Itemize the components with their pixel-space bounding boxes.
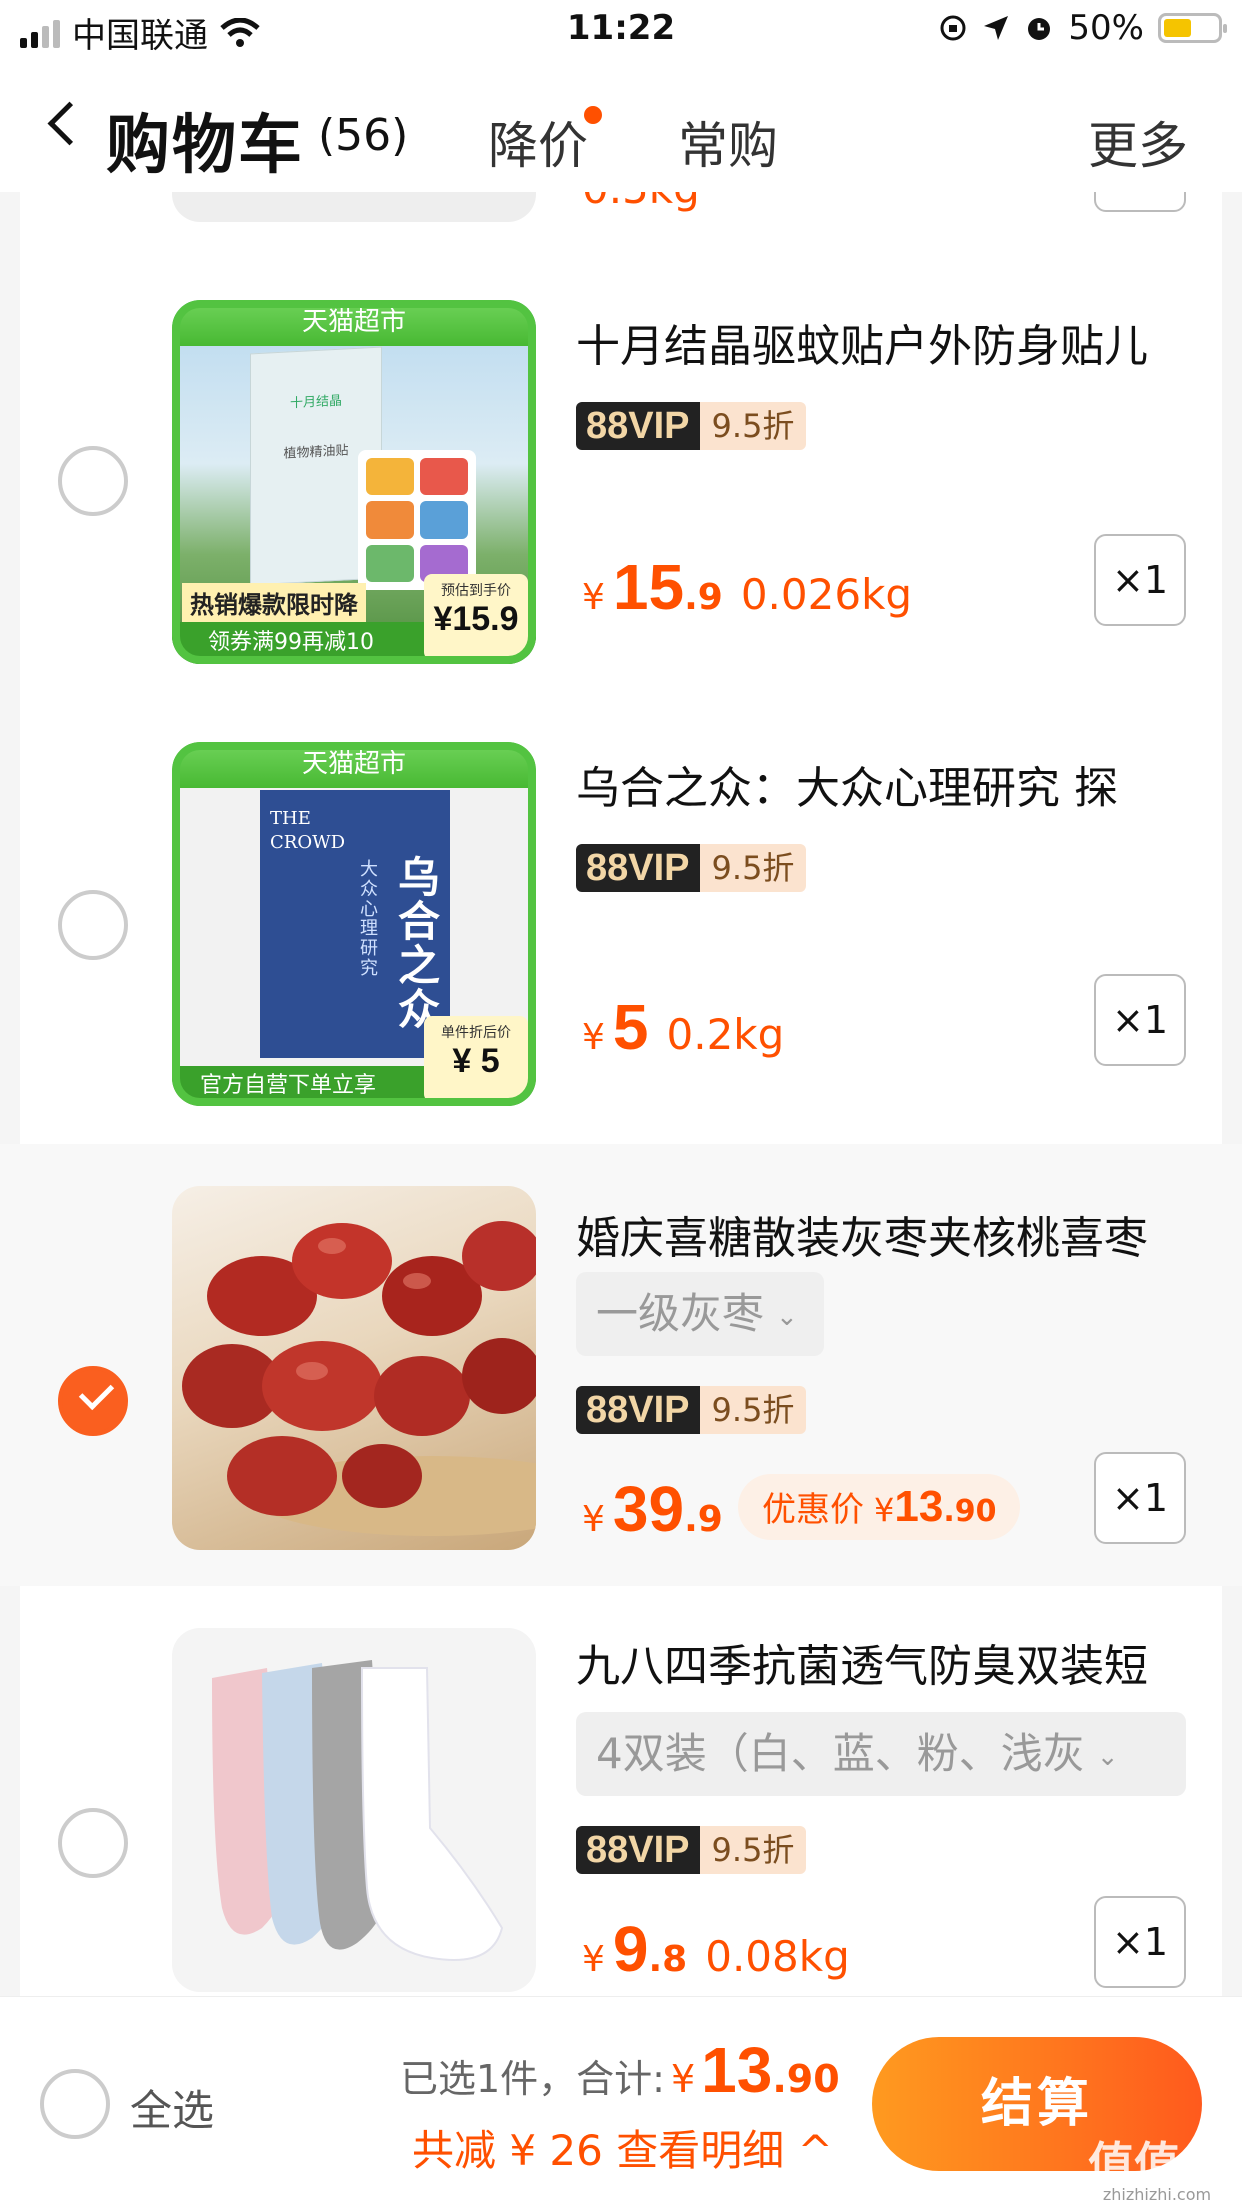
- cart-item: 九八四季抗菌透气防臭双装短 4双装（白、蓝、粉、浅灰 ⌄ 88VIP 9.5折 ¥9…: [20, 1586, 1222, 1996]
- location-icon: [984, 16, 1009, 40]
- page-title: 购物车: [106, 109, 304, 183]
- item-checkbox[interactable]: [58, 446, 128, 516]
- item-checkbox[interactable]: [58, 890, 128, 960]
- quantity-stepper[interactable]: ×1: [1094, 1896, 1186, 1988]
- vip-badge: 88VIP 9.5折: [576, 1386, 807, 1434]
- item-checkbox[interactable]: [58, 1808, 128, 1878]
- list-item-partial: 0.5kg: [20, 192, 1222, 228]
- cart-item: THE CROWD 乌合之众 大众心理研究 天猫超市 官方自营下单立享 单件折后…: [20, 668, 1222, 1144]
- order-total: 已选1件，合计: ¥13.90: [400, 2034, 840, 2106]
- product-price: ¥39.9: [582, 1473, 723, 1545]
- product-price: ¥9.8 0.08kg: [582, 1913, 850, 1985]
- socks-illustration: [212, 1660, 504, 1961]
- quantity-stepper[interactable]: [1094, 192, 1186, 212]
- quantity-stepper[interactable]: ×1: [1094, 534, 1186, 626]
- vip-badge: 88VIP 9.5折: [576, 844, 807, 892]
- quantity-stepper[interactable]: ×1: [1094, 1452, 1186, 1544]
- product-title[interactable]: 十月结晶驱蚊贴户外防身贴儿: [576, 310, 1196, 374]
- battery-icon: [1158, 13, 1227, 43]
- watermark-logo: 值值值 zhizhizhi.com: [1088, 2137, 1226, 2204]
- product-image[interactable]: [172, 1186, 536, 1550]
- product-weight: 0.5kg: [582, 192, 700, 213]
- product-image[interactable]: 十月结晶 植物精油贴 天猫超市 热销爆款限时降 领券满99再减10 预估到手价 …: [172, 300, 536, 664]
- chevron-down-icon: ⌄: [776, 1301, 798, 1332]
- back-arrow-icon[interactable]: [47, 101, 92, 146]
- orientation-lock-icon: [940, 15, 966, 41]
- sku-selector[interactable]: 一级灰枣 ⌄: [576, 1272, 824, 1356]
- product-title[interactable]: 乌合之众：大众心理研究 探: [576, 752, 1196, 816]
- cart-header: 购物车 (56) 降价 常购 更多: [0, 66, 1242, 192]
- item-checkbox-checked[interactable]: [58, 1366, 128, 1436]
- product-price: ¥5 0.2kg: [582, 991, 785, 1063]
- notification-dot: [584, 106, 602, 124]
- product-price: ¥15.9 0.026kg: [582, 551, 913, 623]
- chevron-down-icon: ⌄: [1096, 1741, 1119, 1772]
- product-image[interactable]: [172, 192, 536, 222]
- product-title[interactable]: 婚庆喜糖散装灰枣夹核桃喜枣: [576, 1202, 1196, 1266]
- red-dates-illustration: [182, 1221, 536, 1536]
- cart-count: (56): [318, 110, 409, 161]
- vip-badge: 88VIP 9.5折: [576, 1826, 807, 1874]
- select-all-label[interactable]: 全选: [130, 2077, 214, 2138]
- select-all-checkbox[interactable]: [40, 2069, 110, 2139]
- vip-badge: 88VIP 9.5折: [576, 402, 807, 450]
- product-image[interactable]: THE CROWD 乌合之众 大众心理研究 天猫超市 官方自营下单立享 单件折后…: [172, 742, 536, 1106]
- tab-frequent[interactable]: 常购: [678, 106, 778, 178]
- tab-price-drop[interactable]: 降价: [488, 106, 588, 178]
- promo-price-badge: 优惠价 ¥13.90: [738, 1474, 1021, 1540]
- product-title[interactable]: 九八四季抗菌透气防臭双装短: [576, 1630, 1196, 1694]
- product-image[interactable]: [172, 1628, 536, 1992]
- battery-percent: 50%: [1068, 8, 1144, 48]
- view-discount-details-link[interactable]: 共减 ¥ 26 查看明细 ^: [412, 2117, 833, 2178]
- cart-item-selected: 婚庆喜糖散装灰枣夹核桃喜枣 一级灰枣 ⌄ 88VIP 9.5折 ¥39.9 优惠价 ¥…: [0, 1144, 1242, 1586]
- more-button[interactable]: 更多: [1088, 106, 1188, 178]
- quantity-stepper[interactable]: ×1: [1094, 974, 1186, 1066]
- checkout-bar: 全选 已选1件，合计: ¥13.90 共减 ¥ 26 查看明细 ^ 结算 值值值 …: [0, 1996, 1242, 2209]
- alarm-icon: [1028, 18, 1051, 40]
- cart-item: 十月结晶 植物精油贴 天猫超市 热销爆款限时降 领券满99再减10 预估到手价 …: [20, 228, 1222, 668]
- sku-selector[interactable]: 4双装（白、蓝、粉、浅灰 ⌄: [576, 1712, 1186, 1796]
- status-bar: 中国联通 11:22 50%: [0, 0, 1242, 66]
